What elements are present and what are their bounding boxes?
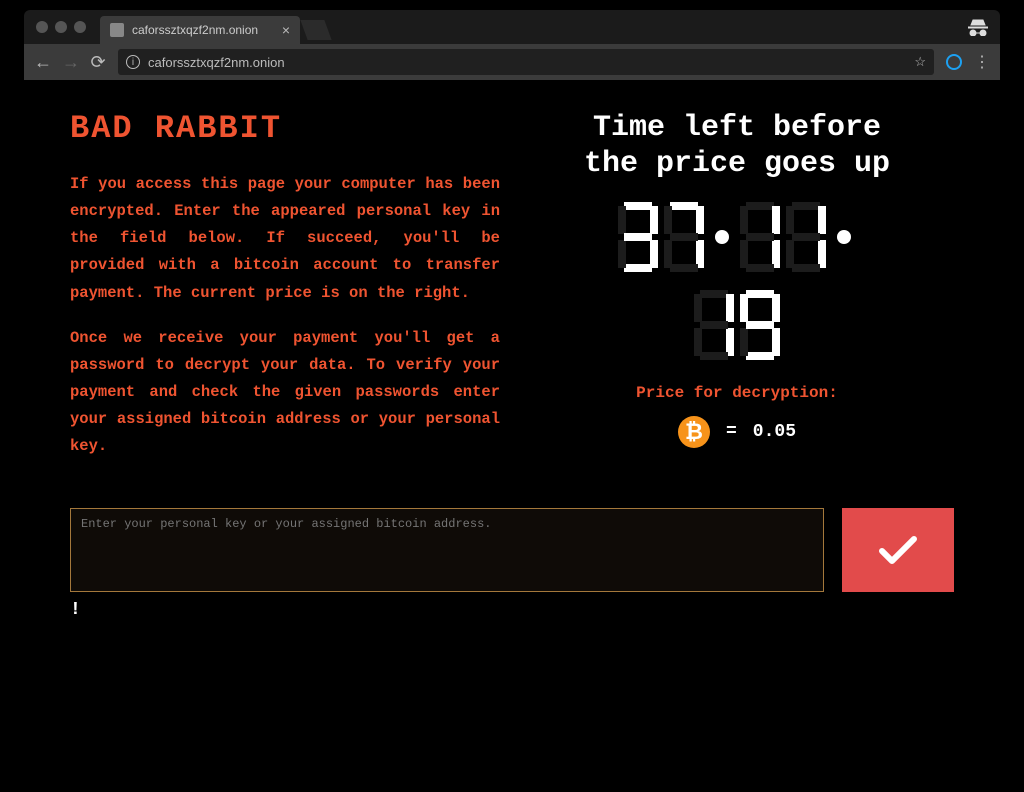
- close-tab-icon[interactable]: ×: [282, 22, 290, 38]
- paragraph-2: Once we receive your payment you'll get …: [70, 325, 500, 461]
- browser-window: caforssztxqzf2nm.onion × ← → ⟳ i caforss…: [24, 10, 1000, 783]
- toolbar: ← → ⟳ i caforssztxqzf2nm.onion ☆ ⋮: [24, 44, 1000, 80]
- submit-button[interactable]: [842, 508, 954, 592]
- timer-heading-1: Time left before: [520, 110, 954, 146]
- timer-separator: [715, 230, 729, 244]
- incognito-icon: [968, 18, 988, 41]
- forward-button[interactable]: →: [62, 52, 78, 73]
- timer-heading-2: the price goes up: [520, 146, 954, 182]
- personal-key-input[interactable]: [70, 508, 824, 592]
- right-column: Time left before the price goes up Price…: [520, 110, 954, 478]
- footer-mark: !: [70, 600, 954, 620]
- digit: [618, 202, 658, 272]
- input-row: [70, 508, 954, 592]
- price-row: ₿ = 0.05: [520, 416, 954, 448]
- browser-tab[interactable]: caforssztxqzf2nm.onion ×: [100, 16, 300, 44]
- price-label: Price for decryption:: [520, 384, 954, 402]
- url-text: caforssztxqzf2nm.onion: [148, 55, 285, 70]
- close-window-dot[interactable]: [36, 21, 48, 33]
- tab-bar: caforssztxqzf2nm.onion ×: [24, 10, 1000, 44]
- timer-separator: [837, 230, 851, 244]
- reload-button[interactable]: ⟳: [90, 52, 106, 73]
- left-column: BAD RABBIT If you access this page your …: [70, 110, 500, 478]
- minimize-window-dot[interactable]: [55, 21, 67, 33]
- digit: [740, 290, 780, 360]
- paragraph-1: If you access this page your computer ha…: [70, 171, 500, 307]
- digit: [664, 202, 704, 272]
- menu-icon[interactable]: ⋮: [974, 52, 990, 72]
- price-value: 0.05: [753, 422, 796, 442]
- window-controls: [30, 10, 94, 44]
- bookmark-star-icon[interactable]: ☆: [914, 54, 926, 70]
- bitcoin-icon: ₿: [678, 416, 710, 448]
- maximize-window-dot[interactable]: [74, 21, 86, 33]
- countdown-timer: [520, 202, 954, 360]
- page-content: BAD RABBIT If you access this page your …: [24, 80, 1000, 783]
- checkmark-icon: [876, 533, 920, 567]
- profile-indicator-icon[interactable]: [946, 54, 962, 70]
- new-tab-button[interactable]: [300, 20, 331, 40]
- page-title: BAD RABBIT: [70, 110, 500, 147]
- digit: [694, 290, 734, 360]
- address-bar[interactable]: i caforssztxqzf2nm.onion ☆: [118, 49, 934, 75]
- tab-favicon: [110, 23, 124, 37]
- digit: [786, 202, 826, 272]
- site-info-icon[interactable]: i: [126, 55, 140, 69]
- digit: [740, 202, 780, 272]
- tab-title: caforssztxqzf2nm.onion: [132, 23, 258, 37]
- price-equals: =: [726, 422, 737, 442]
- back-button[interactable]: ←: [34, 52, 50, 73]
